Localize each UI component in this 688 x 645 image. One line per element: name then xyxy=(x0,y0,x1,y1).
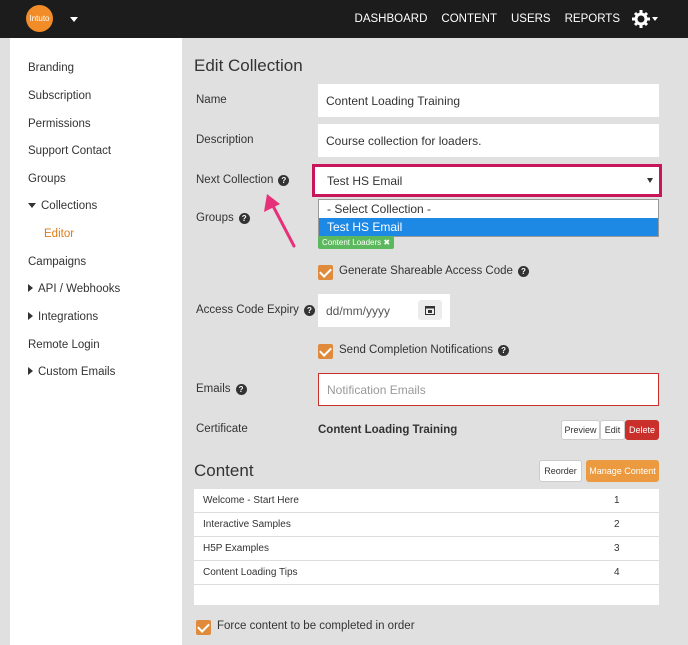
sidebar-item-label: Integrations xyxy=(38,311,99,323)
name-input[interactable]: Content Loading Training xyxy=(318,84,659,117)
shareable-checkbox[interactable] xyxy=(318,265,333,280)
sidebar-item-branding[interactable]: Branding xyxy=(28,62,74,74)
help-icon[interactable]: ? xyxy=(238,212,250,224)
top-nav: DASHBOARD CONTENT USERS REPORTS xyxy=(355,0,620,38)
sidebar-item-label: API / Webhooks xyxy=(38,283,121,295)
sidebar-item-label: Collections xyxy=(41,200,98,212)
annotation-arrow-icon xyxy=(264,194,296,248)
group-tag[interactable]: Content Loaders ✖ xyxy=(318,236,395,249)
row-number: 2 xyxy=(614,519,620,530)
sidebar: Branding Subscription Permissions Suppor… xyxy=(10,38,182,645)
top-bar: Intuto DASHBOARD CONTENT USERS REPORTS xyxy=(0,0,688,38)
page-title: Edit Collection xyxy=(194,56,303,75)
gear-icon[interactable] xyxy=(632,9,658,29)
row-title: Interactive Samples xyxy=(203,519,291,530)
emails-input[interactable]: Notification Emails xyxy=(318,373,659,406)
row-title: Content Loading Tips xyxy=(203,567,298,578)
shareable-label: Generate Shareable Access Code? xyxy=(339,265,529,277)
next-collection-label: Next Collection? xyxy=(196,174,290,186)
content-table: Welcome - Start Here 1 Interactive Sampl… xyxy=(194,489,659,605)
intuto-logo[interactable]: Intuto xyxy=(26,5,53,32)
completion-label: Send Completion Notifications? xyxy=(339,344,510,356)
manage-content-button[interactable]: Manage Content xyxy=(586,460,659,482)
force-order-checkbox[interactable] xyxy=(196,620,211,635)
edit-button[interactable]: Edit xyxy=(600,420,625,440)
option-test-hs-email[interactable]: Test HS Email xyxy=(319,218,658,236)
help-icon[interactable]: ? xyxy=(235,383,247,395)
groups-label: Groups? xyxy=(196,212,250,224)
table-row[interactable]: Welcome - Start Here 1 xyxy=(194,489,659,513)
preview-button[interactable]: Preview xyxy=(561,420,600,440)
sidebar-item-api-webhooks[interactable]: API / Webhooks xyxy=(28,283,120,295)
row-number: 4 xyxy=(614,567,620,578)
sidebar-item-groups[interactable]: Groups xyxy=(28,173,66,185)
sidebar-item-label: Custom Emails xyxy=(38,366,116,378)
collapsed-caret-icon xyxy=(28,284,33,292)
nav-content[interactable]: CONTENT xyxy=(441,13,497,25)
row-title: Welcome - Start Here xyxy=(203,495,299,506)
content-title: Content xyxy=(194,461,254,480)
description-input[interactable]: Course collection for loaders. xyxy=(318,124,659,157)
certificate-label: Certificate xyxy=(196,423,248,435)
help-icon[interactable]: ? xyxy=(517,265,529,277)
sidebar-item-subscription[interactable]: Subscription xyxy=(28,90,91,102)
logo-chevron-down-icon[interactable] xyxy=(70,17,78,22)
sidebar-item-remote-login[interactable]: Remote Login xyxy=(28,339,100,351)
main-panel: Edit Collection Name Content Loading Tra… xyxy=(182,38,688,645)
table-row[interactable]: H5P Examples 3 xyxy=(194,537,659,561)
row-number: 3 xyxy=(614,543,620,554)
sidebar-item-permissions[interactable]: Permissions xyxy=(28,118,91,130)
nav-reports[interactable]: REPORTS xyxy=(565,13,620,25)
reorder-button[interactable]: Reorder xyxy=(539,460,582,482)
help-icon[interactable]: ? xyxy=(303,304,315,316)
sidebar-item-integrations[interactable]: Integrations xyxy=(28,311,98,323)
chevron-down-icon xyxy=(647,178,653,183)
emails-label: Emails? xyxy=(196,383,247,395)
expiry-label: Access Code Expiry? xyxy=(196,304,315,316)
completion-checkbox[interactable] xyxy=(318,344,333,359)
description-label: Description xyxy=(196,134,254,146)
name-label: Name xyxy=(196,94,227,106)
calendar-icon xyxy=(425,306,435,315)
row-number: 1 xyxy=(614,495,620,506)
option-select-collection[interactable]: - Select Collection - xyxy=(319,200,658,218)
next-collection-select[interactable]: Test HS Email xyxy=(312,164,662,197)
force-order-label: Force content to be completed in order xyxy=(217,620,415,632)
nav-dashboard[interactable]: DASHBOARD xyxy=(355,13,428,25)
sidebar-item-collections[interactable]: Collections xyxy=(28,200,97,212)
table-row[interactable]: Interactive Samples 2 xyxy=(194,513,659,537)
calendar-button[interactable] xyxy=(418,300,442,320)
help-icon[interactable]: ? xyxy=(278,174,290,186)
help-icon[interactable]: ? xyxy=(498,344,510,356)
table-row[interactable]: Content Loading Tips 4 xyxy=(194,561,659,585)
sidebar-item-editor[interactable]: Editor xyxy=(44,228,74,240)
delete-button[interactable]: Delete xyxy=(625,420,659,440)
row-title: H5P Examples xyxy=(203,543,269,554)
sidebar-item-campaigns[interactable]: Campaigns xyxy=(28,256,86,268)
sidebar-item-support-contact[interactable]: Support Contact xyxy=(28,145,111,157)
collapsed-caret-icon xyxy=(28,312,33,320)
next-collection-dropdown: - Select Collection - Test HS Email xyxy=(318,199,659,237)
sidebar-item-custom-emails[interactable]: Custom Emails xyxy=(28,366,115,378)
collapsed-caret-icon xyxy=(28,367,33,375)
certificate-name: Content Loading Training xyxy=(318,424,458,436)
nav-users[interactable]: USERS xyxy=(511,13,551,25)
expanded-caret-icon xyxy=(28,203,36,208)
